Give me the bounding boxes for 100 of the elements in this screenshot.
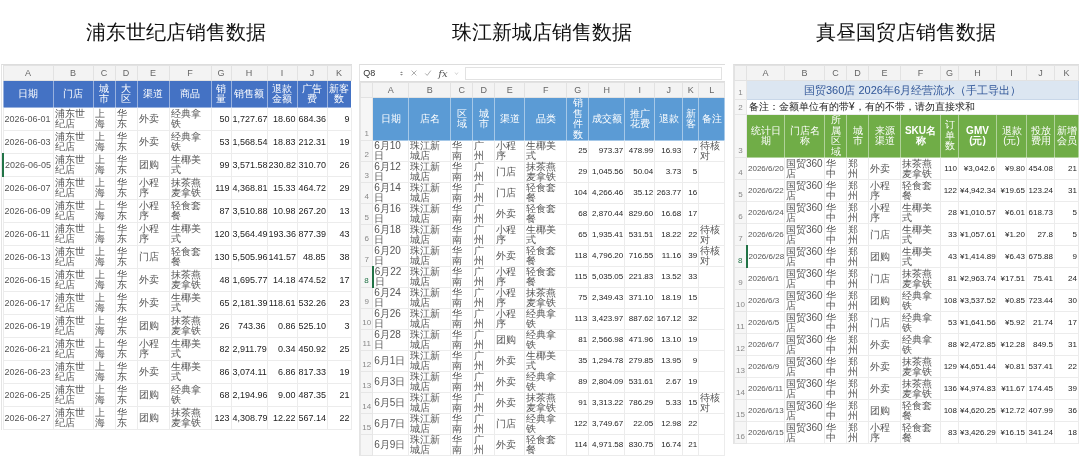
table-cell: 经典拿铁 — [169, 130, 211, 154]
row-number: 11 — [734, 311, 747, 334]
caret-icon[interactable] — [453, 70, 459, 76]
column-letter[interactable]: F — [900, 65, 941, 81]
column-letter[interactable]: A — [3, 65, 53, 81]
column-letter[interactable]: C — [450, 82, 473, 98]
table-cell: 91 — [566, 392, 589, 414]
column-letter[interactable]: I — [267, 65, 297, 81]
table-cell: 19 — [682, 329, 699, 351]
table-cell: 716.55 — [624, 245, 655, 267]
table-cell: 门店 — [868, 267, 901, 290]
column-letter[interactable]: B — [784, 65, 825, 81]
column-letter[interactable]: A — [372, 82, 409, 98]
table-cell: 17 — [327, 268, 351, 292]
table-cell: 123.24 — [1026, 179, 1055, 202]
table-cell: 28 — [940, 201, 959, 224]
column-letter[interactable]: C — [93, 65, 115, 81]
table-cell: 141.57 — [267, 245, 297, 269]
table-cell: 华中 — [824, 179, 847, 202]
select-all-corner[interactable] — [360, 82, 373, 98]
column-letter[interactable]: L — [698, 82, 725, 98]
table-cell: 16 — [682, 182, 699, 204]
table-cell: 华东 — [115, 337, 137, 361]
table-cell: 华东 — [115, 314, 137, 338]
select-all-corner[interactable] — [734, 65, 747, 81]
table-cell: 华南 — [450, 434, 473, 456]
column-letter[interactable]: D — [115, 65, 137, 81]
column-letter[interactable]: J — [297, 65, 327, 81]
table-cell: 35 — [566, 350, 589, 372]
table-cell: 2026-06-11 — [3, 222, 53, 246]
column-letter[interactable]: D — [472, 82, 495, 98]
table-cell: 21 — [1054, 157, 1079, 180]
column-letter[interactable]: K — [1054, 65, 1079, 81]
table-cell: 1,935.41 — [588, 224, 625, 246]
table-cell: 郑州 — [846, 245, 869, 268]
table-cell: 轻食套餐 — [169, 199, 211, 223]
column-letter[interactable]: B — [408, 82, 451, 98]
column-header: 店名 — [408, 97, 451, 141]
column-letter[interactable]: H — [588, 82, 625, 98]
column-letter[interactable]: F — [524, 82, 567, 98]
table-cell: 国贸360店 — [784, 201, 825, 224]
table-cell: 华东 — [115, 176, 137, 200]
table-cell: 广州 — [472, 245, 495, 267]
column-letter[interactable]: H — [231, 65, 267, 81]
table-cell: ¥1,414.89 — [958, 245, 997, 268]
column-letter[interactable]: E — [137, 65, 169, 81]
insert-function-button[interactable]: fx — [438, 67, 448, 79]
table-cell: 2026/6/28 — [746, 245, 785, 268]
table-cell: 抹茶燕麦拿铁 — [900, 377, 941, 400]
table-cell: 华南 — [450, 203, 473, 225]
table-cell: 6月12日 — [372, 161, 409, 183]
table-cell: 珠江新城店 — [408, 140, 451, 162]
column-letter[interactable]: E — [494, 82, 525, 98]
column-letter[interactable]: K — [327, 65, 351, 81]
column-letter[interactable]: I — [996, 65, 1027, 81]
column-letter[interactable]: F — [169, 65, 211, 81]
table-cell: 2026-06-09 — [3, 199, 53, 223]
table-cell: 郑州 — [846, 157, 869, 180]
column-letter[interactable]: E — [868, 65, 901, 81]
table-cell: 经典拿铁 — [524, 413, 567, 435]
table-cell: 抹茶燕麦拿铁 — [169, 268, 211, 292]
table-cell: 18.60 — [267, 107, 297, 131]
column-letter[interactable]: J — [654, 82, 683, 98]
column-letter[interactable]: C — [824, 65, 847, 81]
column-letter[interactable]: G — [566, 82, 589, 98]
column-letter[interactable]: B — [53, 65, 93, 81]
table-cell: 国贸360店 — [784, 377, 825, 400]
table-cell: 广州 — [472, 371, 495, 393]
table-cell: 2026-06-05 — [3, 153, 53, 177]
table-cell: 2026-06-27 — [3, 406, 53, 430]
column-letter[interactable]: A — [746, 65, 785, 81]
table-cell: 15 — [682, 392, 699, 414]
table-cell: 53 — [940, 311, 959, 334]
table-cell: 23 — [327, 291, 351, 315]
table-cell: 2026-06-17 — [3, 291, 53, 315]
row-number: 12 — [734, 333, 747, 356]
table-cell: 2026/6/26 — [746, 223, 785, 246]
cell-reference[interactable]: Q8 — [363, 68, 394, 78]
table-cell: 130 — [211, 245, 231, 269]
table-cell: 生椰美式 — [169, 360, 211, 384]
column-letter[interactable]: D — [846, 65, 869, 81]
row-number: 12 — [360, 350, 373, 372]
table-cell: 华中 — [824, 245, 847, 268]
formula-input[interactable] — [464, 66, 723, 80]
column-letter[interactable]: H — [958, 65, 997, 81]
cancel-icon[interactable] — [410, 69, 419, 77]
table-cell: 279.85 — [624, 350, 655, 372]
column-letter[interactable]: I — [624, 82, 655, 98]
table-cell: 外卖 — [137, 107, 169, 131]
table-cell: 华东 — [115, 130, 137, 154]
table-cell: 525.10 — [297, 314, 327, 338]
table-cell: 小程序 — [137, 222, 169, 246]
table-cell: 75.41 — [1026, 267, 1055, 290]
table-cell: 广州 — [472, 308, 495, 330]
table-cell: 849.5 — [1026, 333, 1055, 356]
panel-title: 真昼国贸店销售数据 — [815, 19, 997, 45]
table-cell: 华南 — [450, 266, 473, 288]
checkmark-icon[interactable] — [424, 69, 433, 77]
column-letter[interactable]: J — [1026, 65, 1055, 81]
row-number: 15 — [360, 413, 373, 435]
